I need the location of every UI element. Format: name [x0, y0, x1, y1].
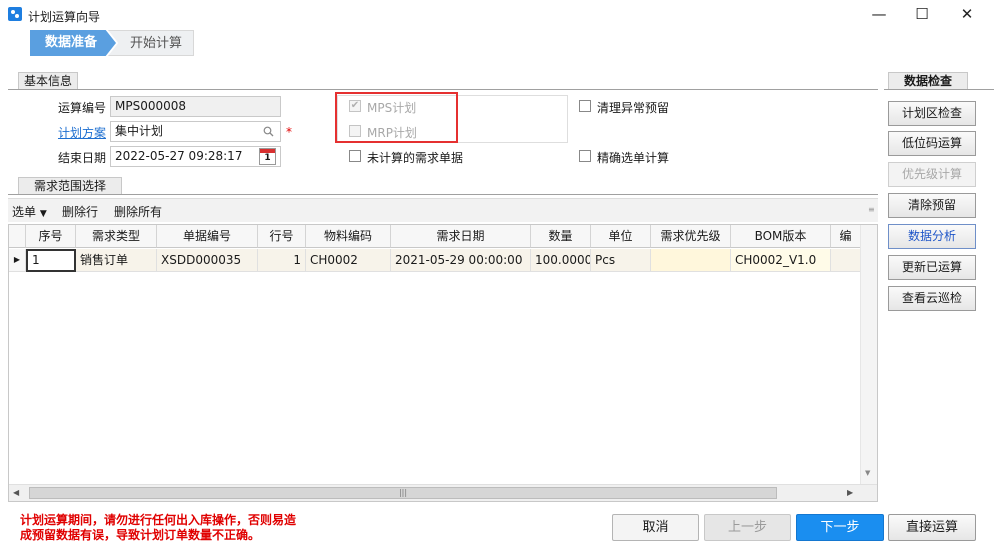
next-step-button[interactable]: 下一步 — [796, 514, 884, 541]
maximize-button[interactable]: ☐ — [911, 4, 933, 24]
cell-unit[interactable]: Pcs — [591, 249, 651, 272]
demand-grid: 序号 需求类型 单据编号 行号 物料编码 需求日期 数量 单位 需求优先级 BO… — [8, 224, 878, 502]
cell-type[interactable]: 销售订单 — [76, 249, 157, 272]
panel-collapse-icon[interactable]: ≡ — [868, 205, 875, 214]
delete-all-button[interactable]: 删除所有 — [114, 203, 162, 220]
end-date-field[interactable]: 2022-05-27 09:28:17 1 — [110, 146, 281, 167]
plan-field[interactable]: 集中计划 — [110, 121, 281, 142]
col-header[interactable]: 编 — [831, 225, 860, 248]
chevron-down-icon: ▼ — [39, 209, 47, 219]
cell-line-no[interactable]: 1 — [258, 249, 306, 272]
cell-date[interactable]: 2021-05-29 00:00:00 — [391, 249, 531, 272]
priority-calc-button[interactable]: 优先级计算 — [888, 162, 976, 187]
update-calculated-button[interactable]: 更新已运算 — [888, 255, 976, 280]
calendar-icon[interactable]: 1 — [259, 148, 276, 165]
search-icon[interactable] — [263, 126, 274, 137]
col-header[interactable]: 需求类型 — [76, 225, 157, 248]
plan-label[interactable]: 计划方案 — [40, 124, 106, 141]
cell-material[interactable]: CH0002 — [306, 249, 391, 272]
cell-qty[interactable]: 100.0000 — [531, 249, 591, 272]
end-date-value: 2022-05-27 09:28:17 — [115, 149, 243, 163]
direct-calc-button[interactable]: 直接运算 — [888, 514, 976, 541]
col-header[interactable]: 数量 — [531, 225, 591, 248]
delete-row-button[interactable]: 删除行 — [62, 203, 98, 220]
step-data-prep[interactable]: 数据准备 — [30, 30, 116, 56]
tab-data-check: 数据检查 — [888, 72, 968, 90]
col-header[interactable]: 需求日期 — [391, 225, 531, 248]
col-header[interactable]: 物料编码 — [306, 225, 391, 248]
cell-bom[interactable]: CH0002_V1.0 — [731, 249, 831, 272]
vertical-scrollbar[interactable]: ▼ — [860, 225, 877, 484]
col-header[interactable]: 行号 — [258, 225, 306, 248]
clear-reserve-label: 清理异常预留 — [597, 101, 670, 115]
col-header[interactable]: BOM版本 — [731, 225, 831, 248]
title-bar: 计划运算向导 — ☐ ✕ — [0, 0, 999, 30]
step-start-calc[interactable]: 开始计算 — [108, 30, 194, 56]
cell-seq[interactable]: 1 — [26, 249, 76, 272]
divider — [8, 89, 878, 90]
plan-value: 集中计划 — [115, 124, 164, 138]
window-title: 计划运算向导 — [28, 10, 101, 24]
grid-toolbar: 选单 ▼ 删除行 删除所有 ≡ — [8, 198, 878, 222]
cell-extra[interactable] — [831, 249, 860, 272]
scroll-thumb[interactable]: ||| — [29, 487, 777, 499]
row-pointer-icon: ▶ — [9, 249, 26, 272]
col-header[interactable]: 单位 — [591, 225, 651, 248]
select-menu[interactable]: 选单 ▼ — [12, 203, 47, 220]
uncalc-checkbox[interactable] — [349, 150, 361, 162]
minimize-button[interactable]: — — [868, 4, 890, 24]
scroll-down-icon[interactable]: ▼ — [865, 469, 870, 477]
precise-label: 精确选单计算 — [597, 151, 670, 165]
clear-reserve-checkbox[interactable] — [579, 100, 591, 112]
cell-priority[interactable] — [651, 249, 731, 272]
scroll-right-icon[interactable]: ▶ — [847, 488, 853, 497]
warning-text: 计划运算期间，请勿进行任何出入库操作，否则易造 成预留数据有误，导致计划订单数量… — [20, 513, 297, 542]
horizontal-scrollbar[interactable]: ◀ ||| ▶ — [9, 484, 877, 501]
scroll-left-icon[interactable]: ◀ — [13, 488, 19, 497]
plan-link[interactable]: 计划方案 — [58, 126, 106, 140]
precise-checkbox[interactable] — [579, 150, 591, 162]
col-header[interactable]: 需求优先级 — [651, 225, 731, 248]
close-button[interactable]: ✕ — [956, 4, 978, 24]
tab-demand-range: 需求范围选择 — [18, 177, 122, 195]
app-icon — [8, 7, 22, 21]
divider — [8, 194, 878, 195]
calc-no-label: 运算编号 — [57, 101, 106, 115]
prev-step-button[interactable]: 上一步 — [704, 514, 791, 541]
col-header[interactable]: 序号 — [26, 225, 76, 248]
clear-reserve-button[interactable]: 清除预留 — [888, 193, 976, 218]
end-date-label: 结束日期 — [57, 151, 106, 165]
col-header[interactable]: 单据编号 — [157, 225, 258, 248]
divider — [884, 89, 994, 90]
tab-basic-info: 基本信息 — [18, 72, 78, 90]
highlight-box — [335, 92, 458, 143]
uncalc-label: 未计算的需求单据 — [367, 151, 464, 165]
plan-area-check-button[interactable]: 计划区检查 — [888, 101, 976, 126]
cancel-button[interactable]: 取消 — [612, 514, 699, 541]
row-header-corner — [9, 225, 26, 248]
required-mark: * — [286, 125, 292, 139]
calc-no-field[interactable]: MPS000008 — [110, 96, 281, 117]
view-cloud-inspection-button[interactable]: 查看云巡检 — [888, 286, 976, 311]
cell-bill-no[interactable]: XSDD000035 — [157, 249, 258, 272]
low-level-code-button[interactable]: 低位码运算 — [888, 131, 976, 156]
data-analysis-button[interactable]: 数据分析 — [888, 224, 976, 249]
